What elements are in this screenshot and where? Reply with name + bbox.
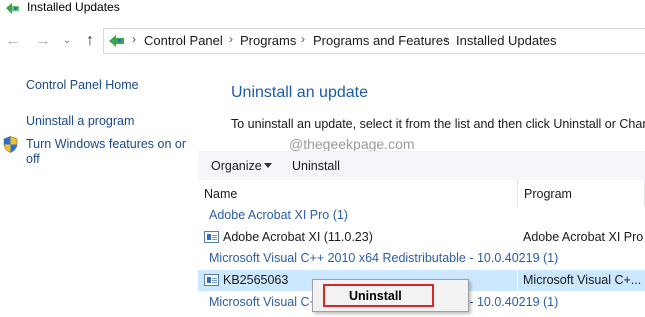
forward-button[interactable]: →	[34, 31, 52, 51]
title-bar: Installed Updates	[0, 0, 645, 22]
column-divider[interactable]	[517, 180, 518, 206]
uninstall-program-link[interactable]: Uninstall a program	[26, 114, 134, 129]
breadcrumb-separator-icon[interactable]: ›	[444, 32, 448, 46]
breadcrumb-installed-updates[interactable]: Installed Updates	[456, 33, 556, 48]
control-panel-icon	[109, 35, 124, 47]
breadcrumb-separator-icon[interactable]: ›	[229, 32, 233, 46]
shield-icon	[3, 136, 18, 153]
address-bar[interactable]: › Control Panel › Programs › Programs an…	[103, 28, 645, 54]
arrow-right-icon: →	[35, 32, 51, 49]
window-title: Installed Updates	[27, 0, 120, 14]
windows-features-link-cont[interactable]: off	[26, 152, 40, 167]
control-panel-home-link[interactable]: Control Panel Home	[26, 78, 139, 93]
breadcrumb-separator-icon[interactable]: ›	[132, 32, 136, 46]
control-panel-icon	[6, 3, 19, 14]
chevron-down-icon[interactable]	[264, 163, 272, 168]
breadcrumb-control-panel[interactable]: Control Panel	[144, 33, 223, 48]
list-item-name: KB2565063	[223, 273, 289, 287]
update-icon	[204, 231, 219, 243]
breadcrumb-separator-icon[interactable]: ›	[301, 32, 305, 46]
command-toolbar: Organize Uninstall	[198, 151, 645, 180]
list-item-program: Adobe Acrobat XI Pro	[523, 230, 643, 244]
back-button[interactable]: ←	[4, 31, 22, 51]
breadcrumb-programs[interactable]: Programs	[240, 33, 296, 48]
organize-button[interactable]: Organize	[211, 159, 262, 173]
group-header[interactable]: Microsoft Visual C++ 2010 x64 Redistribu…	[209, 251, 558, 265]
chevron-down-icon: ⌄	[62, 35, 72, 46]
list-item-name: Adobe Acrobat XI (11.0.23)	[223, 230, 373, 244]
context-menu-uninstall[interactable]: Uninstall	[323, 284, 434, 307]
arrow-up-icon: ↑	[86, 32, 94, 49]
column-headers: Name Program	[198, 180, 645, 206]
breadcrumb-programs-and-features[interactable]: Programs and Features	[313, 33, 450, 48]
list-item[interactable]: Adobe Acrobat XI (11.0.23) Adobe Acrobat…	[198, 227, 645, 248]
up-button[interactable]: ↑	[81, 31, 99, 51]
recent-locations-button[interactable]: ⌄	[60, 31, 74, 51]
navigation-bar: ← → ⌄ ↑ › Control Panel › Programs › Pro…	[0, 26, 645, 56]
page-title: Uninstall an update	[231, 84, 368, 101]
column-divider	[517, 270, 518, 291]
group-header[interactable]: Adobe Acrobat XI Pro (1)	[209, 208, 348, 222]
watermark: @thegeekpage.com	[289, 136, 415, 152]
column-header-name[interactable]: Name	[204, 187, 237, 201]
arrow-left-icon: ←	[5, 32, 21, 49]
uninstall-toolbar-button[interactable]: Uninstall	[292, 159, 340, 173]
update-icon	[204, 274, 219, 286]
page-description: To uninstall an update, select it from t…	[231, 117, 645, 131]
column-header-program[interactable]: Program	[524, 187, 572, 201]
context-menu: Uninstall	[312, 279, 469, 312]
context-menu-uninstall-label: Uninstall	[349, 289, 402, 303]
windows-features-link[interactable]: Turn Windows features on or	[26, 137, 186, 152]
list-item-program: Microsoft Visual C+...	[523, 273, 642, 287]
